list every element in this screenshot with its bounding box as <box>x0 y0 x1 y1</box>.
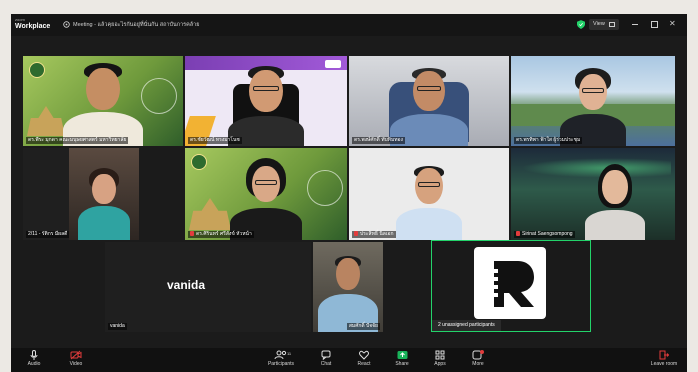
participant-name: ดร.พรทิพา ฟ้าใส ผู้ร่วมประชุม <box>514 137 583 144</box>
view-button[interactable]: View <box>589 19 619 30</box>
participant-face <box>249 70 283 112</box>
brand-workplace: Workplace <box>15 23 51 30</box>
share-button[interactable]: Share <box>385 350 419 370</box>
glasses <box>582 88 604 93</box>
meeting-toolbar: Audio Video 11 Participants Chat React S… <box>11 348 687 372</box>
camera-off-name: vanida <box>166 278 205 292</box>
audio-button[interactable]: Audio <box>17 350 51 370</box>
participant-name: สมศักดิ์ ปัจจัย <box>346 323 380 330</box>
video-tile-1[interactable]: ดร.พีระ มุกดา คณะมนุษยศาสตร์ มหาวิทยาลัย <box>23 56 183 146</box>
glasses <box>255 180 277 185</box>
video-tile-5[interactable]: 2/11 - รัติกร มีผลดี <box>23 148 139 240</box>
participant-name: 2/11 - รัติกร มีผลดี <box>26 231 70 238</box>
participant-face <box>86 68 120 110</box>
glasses <box>253 86 279 91</box>
participant-name: ประสิทธิ์ นิลเอก <box>352 231 396 238</box>
participants-button[interactable]: 11 Participants <box>259 350 303 370</box>
logo-seal <box>29 62 45 78</box>
participant-name: ดร.พงษ์ศักดิ์ ทับทิมทอง <box>352 137 405 144</box>
globe-graphic <box>141 78 177 114</box>
participant-name: vanida <box>108 323 127 330</box>
participant-face <box>336 258 360 290</box>
temple-graphic <box>27 106 65 136</box>
participant-name: ดร.ชัยวัฒน์ ทรงมาโนช <box>188 137 242 144</box>
minimize-icon[interactable] <box>632 24 638 25</box>
temple-graphic <box>189 198 231 230</box>
zoom-window: zoom Workplace Meeting - แล้วคุยอะไรกันอ… <box>11 14 687 372</box>
video-tile-4[interactable]: ดร.พรทิพา ฟ้าใส ผู้ร่วมประชุม <box>511 56 675 146</box>
meeting-info-icon[interactable] <box>63 21 70 30</box>
video-tile-3[interactable]: ดร.พงษ์ศักดิ์ ทับทิมทอง <box>349 56 509 146</box>
heart-icon <box>359 350 369 360</box>
participant-body <box>585 210 645 240</box>
participants-count: 11 <box>287 351 292 356</box>
video-tile-7[interactable]: ประสิทธิ์ นิลเอก <box>349 148 509 240</box>
maximize-icon[interactable] <box>651 21 658 28</box>
globe-graphic <box>307 170 343 206</box>
video-button[interactable]: Video <box>59 350 93 370</box>
security-shield-icon[interactable] <box>577 20 585 31</box>
video-tile-active-speaker[interactable]: 2 unassigned participants <box>431 240 591 332</box>
apps-button[interactable]: Apps <box>423 350 457 370</box>
microphone-icon <box>30 350 38 360</box>
video-tile-2[interactable]: ดร.ชัยวัฒน์ ทรงมาโนช <box>185 56 347 146</box>
sponsor-logo <box>325 60 341 68</box>
video-off-icon <box>70 350 82 360</box>
participants-icon <box>274 350 287 360</box>
leave-room-button[interactable]: Leave room <box>645 350 683 370</box>
chat-button[interactable]: Chat <box>309 350 343 370</box>
video-tile-10[interactable]: สมศักดิ์ ปัจจัย <box>313 242 383 332</box>
participant-name: ดร.ศิรินทร์ ศรีสังข์ หัวหน้า <box>188 231 254 238</box>
room-participants-label: 2 unassigned participants <box>432 320 501 331</box>
mic-muted-icon <box>354 231 358 236</box>
chat-icon <box>321 350 331 360</box>
meeting-title: Meeting - แล้วคุยอะไรกันอยู่ที่นั่นกัน ส… <box>73 22 200 28</box>
react-button[interactable]: React <box>347 350 381 370</box>
mic-muted-icon <box>190 231 194 236</box>
title-bar: zoom Workplace Meeting - แล้วคุยอะไรกันอ… <box>11 14 687 36</box>
participant-body <box>78 206 130 240</box>
mic-muted-icon <box>516 231 520 236</box>
video-tile-9[interactable]: vanida vanida <box>105 242 311 332</box>
more-button[interactable]: More <box>461 350 495 370</box>
logo-r-icon <box>478 261 534 307</box>
apps-icon <box>435 350 445 360</box>
grid-view-icon <box>609 22 615 27</box>
leave-icon <box>659 350 669 360</box>
participant-face <box>413 71 445 111</box>
participant-face <box>602 170 628 204</box>
view-label: View <box>593 21 605 27</box>
participant-name: Sirinat Saengsompong <box>514 231 575 238</box>
glasses <box>417 86 441 91</box>
more-icon <box>472 350 484 360</box>
participant-name: ดร.พีระ มุกดา คณะมนุษยศาสตร์ มหาวิทยาลัย <box>26 137 129 144</box>
video-tile-6[interactable]: ดร.ศิรินทร์ ศรีสังข์ หัวหน้า <box>185 148 347 240</box>
close-icon[interactable]: ✕ <box>669 19 676 28</box>
aurora-background <box>521 158 671 178</box>
room-logo <box>474 247 546 319</box>
participant-body <box>396 208 462 240</box>
participant-face <box>92 174 116 204</box>
logo-seal <box>191 154 207 170</box>
share-screen-icon <box>397 351 407 359</box>
glasses <box>418 182 440 187</box>
video-tile-8[interactable]: Sirinat Saengsompong <box>511 148 675 240</box>
